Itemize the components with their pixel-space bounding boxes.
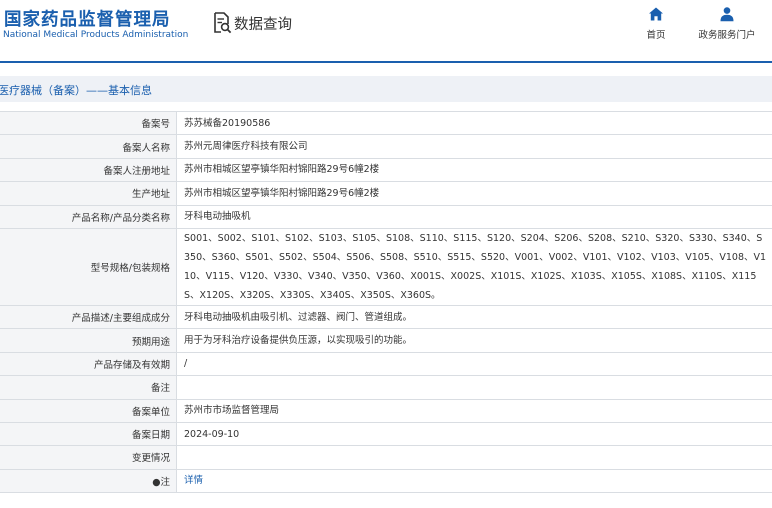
row-value: /: [176, 351, 772, 377]
row-value-cell: 详情: [176, 468, 772, 494]
details-link[interactable]: 详情: [184, 475, 203, 486]
table-row: ●注 详情: [0, 468, 772, 494]
row-value: 苏州市市场监督管理局: [176, 398, 772, 423]
row-label: 备注: [0, 375, 177, 400]
table-row: 型号规格/包装规格 S001、S002、S101、S102、S103、S105、S…: [0, 227, 772, 306]
table-row: 产品描述/主要组成成分 牙科电动抽吸机由吸引机、过滤器、阀门、管道组成。: [0, 304, 772, 330]
nav-gov-label: 政务服务门户: [698, 30, 756, 41]
nav-gov-service-portal[interactable]: 政务服务门户: [694, 6, 760, 41]
row-label: 备案人名称: [0, 134, 177, 159]
row-value: 苏州市相城区望亭镇华阳村锦阳路29号6幢2楼: [176, 157, 772, 183]
row-value: 牙科电动抽吸机: [176, 204, 772, 229]
row-label: 产品描述/主要组成成分: [0, 304, 177, 330]
data-query-title: 数据查询: [212, 12, 292, 34]
table-row: 备注: [0, 375, 772, 400]
table-row: 产品名称/产品分类名称 牙科电动抽吸机: [0, 204, 772, 229]
row-label: 型号规格/包装规格: [0, 227, 177, 306]
row-label: 变更情况: [0, 445, 177, 470]
row-label: 产品名称/产品分类名称: [0, 204, 177, 229]
table-row: 产品存储及有效期 /: [0, 351, 772, 377]
row-label: 备案日期: [0, 421, 177, 447]
nav-home[interactable]: 首页: [640, 6, 672, 41]
breadcrumb-text: 医疗器械（备案）——基本信息: [0, 84, 152, 97]
row-value: [176, 375, 772, 400]
table-row: 生产地址 苏州市相城区望亭镇华阳村锦阳路29号6幢2楼: [0, 181, 772, 206]
home-icon: [649, 7, 663, 21]
table-row: 备案人注册地址 苏州市相城区望亭镇华阳村锦阳路29号6幢2楼: [0, 157, 772, 183]
document-search-icon: [214, 12, 232, 34]
row-label: 生产地址: [0, 181, 177, 206]
nav-home-label: 首页: [646, 30, 666, 41]
site-logo-title[interactable]: 国家药品监督管理局: [4, 6, 171, 31]
row-value: 苏州市相城区望亭镇华阳村锦阳路29号6幢2楼: [176, 181, 772, 206]
header-divider: [0, 61, 772, 63]
row-label: 产品存储及有效期: [0, 351, 177, 377]
site-logo-subtitle: National Medical Products Administration: [3, 30, 189, 40]
site-header: 国家药品监督管理局 National Medical Products Admi…: [0, 0, 772, 62]
row-label: ●注: [0, 468, 177, 494]
row-value: 苏州元周律医疗科技有限公司: [176, 134, 772, 159]
device-info-table: 备案号 苏苏械备20190586 备案人名称 苏州元周律医疗科技有限公司 备案人注册地址…: [0, 110, 772, 494]
row-value: [176, 445, 772, 470]
row-label: 备案号: [0, 110, 177, 136]
table-row: 备案日期 2024-09-10: [0, 421, 772, 447]
row-value: 牙科电动抽吸机由吸引机、过滤器、阀门、管道组成。: [176, 304, 772, 330]
row-value: 用于为牙科治疗设备提供负压源，以实现吸引的功能。: [176, 328, 772, 353]
row-label: 备案单位: [0, 398, 177, 423]
row-value: 2024-09-10: [176, 421, 772, 447]
table-row: 备案单位 苏州市市场监督管理局: [0, 398, 772, 423]
user-icon: [720, 7, 734, 22]
row-value: S001、S002、S101、S102、S103、S105、S108、S110、…: [176, 227, 772, 306]
row-label: 备案人注册地址: [0, 157, 177, 183]
data-query-label: 数据查询: [234, 16, 292, 33]
row-value: 苏苏械备20190586: [176, 110, 772, 136]
table-row: 变更情况: [0, 445, 772, 470]
table-row: 预期用途 用于为牙科治疗设备提供负压源，以实现吸引的功能。: [0, 328, 772, 353]
row-label: 预期用途: [0, 328, 177, 353]
table-row: 备案人名称 苏州元周律医疗科技有限公司: [0, 134, 772, 159]
breadcrumb: 医疗器械（备案）——基本信息: [0, 76, 772, 102]
table-row: 备案号 苏苏械备20190586: [0, 110, 772, 136]
